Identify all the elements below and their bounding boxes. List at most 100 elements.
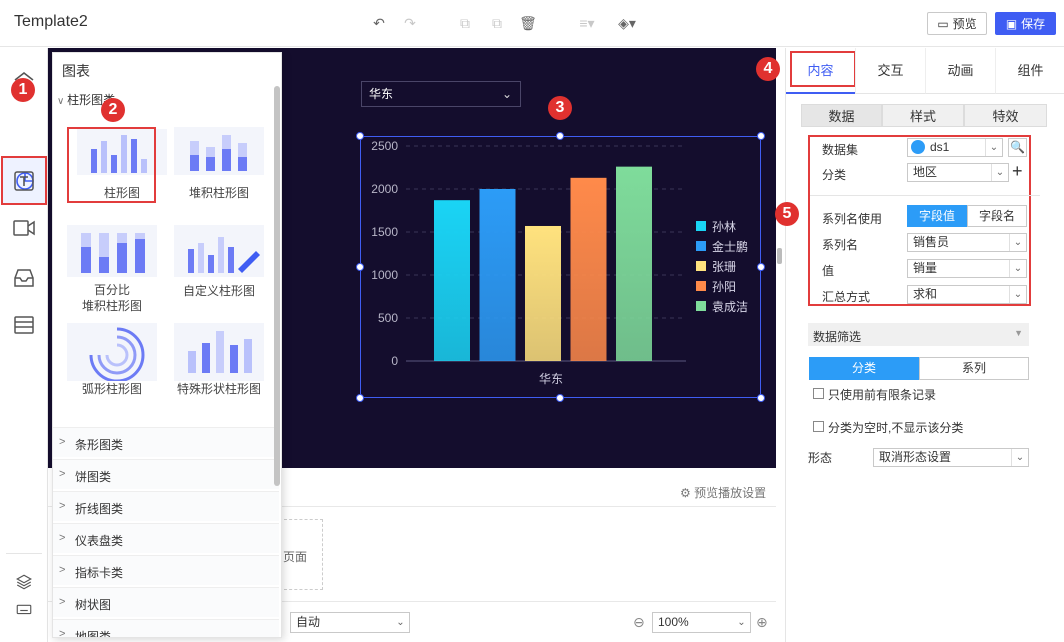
copy-icon[interactable]: ⧉ bbox=[455, 13, 475, 33]
tab-component[interactable]: 组件 bbox=[995, 48, 1064, 94]
zoom-select[interactable]: 100% ⌄ bbox=[652, 612, 751, 633]
tile-label: 自定义柱形图 bbox=[182, 284, 255, 298]
y-tick-label: 0 bbox=[391, 354, 398, 368]
subtab-effects[interactable]: 特效 bbox=[964, 104, 1047, 127]
search-icon[interactable]: 🔍 bbox=[1008, 138, 1027, 157]
gear-icon: ⚙ bbox=[680, 486, 695, 500]
category-row[interactable]: > 指标卡类 bbox=[53, 555, 279, 585]
legend-label: 孙林 bbox=[712, 220, 736, 234]
field-name-toggle[interactable]: 字段名 bbox=[967, 205, 1027, 227]
redo-icon[interactable]: ↷ bbox=[400, 13, 420, 33]
legend-swatch bbox=[696, 301, 706, 311]
preview-setting-link[interactable]: ⚙ 预览播放设置 bbox=[680, 484, 766, 501]
mode-select-value: 自动 bbox=[296, 615, 321, 629]
undo-icon[interactable]: ↶ bbox=[369, 13, 389, 33]
section-divider bbox=[810, 195, 1040, 196]
chevron-down-icon: ⌄ bbox=[1009, 286, 1026, 303]
tile-custom-bar[interactable] bbox=[174, 225, 264, 277]
annotation-badge-3: 3 bbox=[548, 96, 572, 120]
limit-records-checkbox[interactable] bbox=[813, 388, 824, 399]
tile-stacked-bar[interactable] bbox=[174, 127, 264, 175]
tab-interaction[interactable]: 交互 bbox=[855, 48, 925, 94]
dataset-value: ds1 bbox=[930, 140, 950, 154]
category-row[interactable]: > 仪表盘类 bbox=[53, 523, 279, 553]
category-label: 折线图类 bbox=[75, 502, 124, 516]
caret-down-icon: ▼ bbox=[1014, 328, 1023, 338]
special-bar-thumb-icon bbox=[188, 331, 252, 373]
mode-select[interactable]: 自动 ⌄ bbox=[290, 612, 410, 633]
align-icon[interactable]: ≡▾ bbox=[574, 13, 600, 33]
y-tick-label: 500 bbox=[378, 311, 398, 325]
category-row[interactable]: > 树状图 bbox=[53, 587, 279, 617]
value-label: 值 bbox=[822, 264, 835, 278]
category-value: 地区 bbox=[913, 165, 938, 179]
category-label: 地图类 bbox=[75, 630, 112, 637]
app-title: Template2 bbox=[14, 13, 88, 30]
panel-scrollbar[interactable] bbox=[274, 86, 280, 486]
chevron-right-icon: > bbox=[59, 596, 66, 608]
filter-tab-category[interactable]: 分类 bbox=[809, 357, 919, 380]
data-filter-header[interactable]: 数据筛选 ▼ bbox=[808, 323, 1029, 346]
aggregation-value: 求和 bbox=[913, 287, 938, 301]
keyboard-icon[interactable] bbox=[15, 600, 33, 618]
save-button[interactable]: ▣ 保存 bbox=[995, 12, 1056, 35]
category-select[interactable]: 地区 ⌄ bbox=[907, 163, 1009, 182]
preview-button[interactable]: ▭ 预览 bbox=[927, 12, 987, 35]
stacked-bar-thumb-icon bbox=[190, 135, 247, 171]
inbox-icon[interactable] bbox=[12, 266, 36, 290]
chart-library-panel: 图表 ∨ 柱形图类 柱形图 堆积柱形图 百分比 堆积柱形图 自定义柱形图 弧形柱… bbox=[52, 52, 282, 638]
category-label: 指标卡类 bbox=[75, 566, 124, 580]
stack-icon[interactable] bbox=[15, 573, 33, 591]
rail-divider bbox=[6, 553, 42, 554]
subtab-data[interactable]: 数据 bbox=[801, 104, 882, 127]
category-label: 条形图类 bbox=[75, 438, 124, 452]
hide-empty-checkbox[interactable] bbox=[813, 421, 824, 432]
tile-special-shape-bar[interactable] bbox=[174, 323, 264, 381]
aggregation-select[interactable]: 求和 ⌄ bbox=[907, 285, 1027, 304]
legend-label: 张珊 bbox=[712, 260, 736, 274]
category-field-label: 分类 bbox=[822, 168, 847, 182]
value-select[interactable]: 销量 ⌄ bbox=[907, 259, 1027, 278]
top-toolbar: Template2 ↶ ↷ ⧉ ⧉ 🗑 ≡▾ ◈▾ ▭ 预览 ▣ 保存 bbox=[0, 0, 1064, 47]
aggregation-label: 汇总方式 bbox=[822, 290, 871, 304]
chevron-right-icon: > bbox=[59, 500, 66, 512]
annotation-badge-5: 5 bbox=[775, 202, 799, 226]
tile-label: 百分比 bbox=[93, 283, 130, 297]
zoom-in-icon[interactable]: ⊕ bbox=[756, 614, 768, 631]
category-row[interactable]: > 折线图类 bbox=[53, 491, 279, 521]
percent-bar-thumb-icon bbox=[81, 233, 145, 273]
series-use-label: 系列名使用 bbox=[822, 212, 883, 226]
chevron-down-icon: ⌄ bbox=[1009, 234, 1026, 251]
add-icon[interactable]: + bbox=[1012, 161, 1023, 181]
series-name-select[interactable]: 销售员 ⌄ bbox=[907, 233, 1027, 252]
save-icon: ▣ bbox=[1005, 16, 1018, 31]
subtab-style[interactable]: 样式 bbox=[882, 104, 964, 127]
tab-animation[interactable]: 动画 bbox=[925, 48, 995, 94]
y-tick-label: 1000 bbox=[371, 268, 398, 282]
value-value: 销量 bbox=[913, 261, 938, 275]
zoom-out-icon[interactable]: ⊖ bbox=[633, 614, 645, 631]
bar-张珊 bbox=[525, 225, 561, 361]
bar-孙阳 bbox=[570, 177, 607, 361]
tile-arc-bar[interactable] bbox=[67, 323, 157, 383]
category-row[interactable]: > 饼图类 bbox=[53, 459, 279, 489]
tab-content-highlight bbox=[790, 51, 856, 87]
field-value-toggle[interactable]: 字段值 bbox=[907, 205, 967, 227]
text-icon[interactable] bbox=[12, 169, 36, 193]
table-icon[interactable] bbox=[12, 313, 36, 337]
delete-icon[interactable]: 🗑 bbox=[518, 13, 538, 33]
shape-select[interactable]: 取消形态设置 ⌄ bbox=[873, 448, 1029, 467]
paste-icon[interactable]: ⧉ bbox=[487, 13, 507, 33]
category-row[interactable]: > 地图类 bbox=[53, 619, 279, 637]
monitor-icon: ▭ bbox=[937, 16, 949, 31]
media-icon[interactable] bbox=[12, 216, 36, 240]
bar-孙林 bbox=[434, 200, 470, 361]
panel-resize-grip[interactable] bbox=[777, 248, 782, 264]
category-row[interactable]: > 条形图类 bbox=[53, 427, 279, 457]
dataset-select[interactable]: ds1 ⌄ bbox=[907, 138, 1003, 157]
layers-icon[interactable]: ◈▾ bbox=[614, 13, 640, 33]
tile-percent-stacked-bar[interactable] bbox=[67, 225, 157, 277]
tile-label: 堆积柱形图 bbox=[188, 186, 249, 200]
filter-tab-series[interactable]: 系列 bbox=[919, 357, 1029, 380]
tile-label: 柱形图 bbox=[103, 186, 140, 200]
